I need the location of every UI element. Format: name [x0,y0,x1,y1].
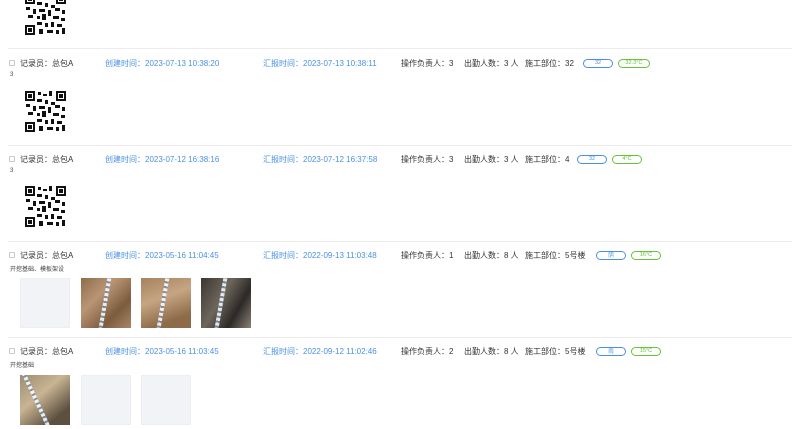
photo-thumbnail-placeholder[interactable] [81,375,131,425]
operator-count: 操作负责人：3 [401,154,454,164]
record-meta-row: 记录员：总包A 创建时间：2023-05-16 11:03:45 汇报时间：20… [9,344,661,358]
reported-time: 汇报时间：2022-09-12 11:02:46 [263,346,377,356]
recorder-label: 记录员：总包A [20,250,74,260]
construction-location: 施工部位：5号楼 [525,346,586,356]
photo-thumbnail[interactable] [81,278,131,328]
record-divider [8,241,792,242]
record-divider [8,48,792,49]
attendance-count: 出勤人数：3 人 [464,58,519,68]
recorder-label: 记录员：总包A [20,154,74,164]
recorder-label: 记录员：总包A [20,346,74,356]
qr-code-image[interactable] [23,184,68,229]
created-time: 创建时间：2023-05-16 11:04:45 [105,250,219,260]
photo-thumbnail-placeholder[interactable] [20,278,70,328]
record-checkbox[interactable] [9,156,15,162]
temperature-badge: 16°C [631,250,661,260]
reported-time: 汇报时间：2023-07-13 10:38:11 [263,58,377,68]
record-divider [8,145,792,146]
record-note: 3 [10,72,14,78]
weather-badge: 阴 [596,250,626,260]
created-time: 创建时间：2023-07-13 10:38:20 [105,58,220,68]
record-note: 3 [10,168,14,174]
photo-thumbnail-placeholder[interactable] [141,375,191,425]
construction-location: 施工部位：32 [525,58,574,68]
record-checkbox[interactable] [9,60,15,66]
construction-location: 施工部位：5号楼 [525,250,586,260]
qr-code-image[interactable] [23,89,68,134]
photo-thumbnail[interactable] [141,278,191,328]
attendance-count: 出勤人数：3 人 [464,154,519,164]
operator-count: 操作负责人：3 [401,58,454,68]
record-note: 开挖基础、模板架设 [10,267,65,273]
record-checkbox[interactable] [9,252,15,258]
created-time: 创建时间：2023-07-12 16:38:16 [105,154,220,164]
record-meta-row: 记录员：总包A 创建时间：2023-07-12 16:38:16 汇报时间：20… [9,152,642,166]
construction-location: 施工部位：4 [525,154,570,164]
attendance-count: 出勤人数：8 人 [464,346,519,356]
created-time: 创建时间：2023-05-16 11:03:45 [105,346,219,356]
weather-badge: 32 [577,154,607,164]
record-note: 开挖基础 [10,363,35,369]
photo-thumbnail[interactable] [201,278,251,328]
temperature-badge: 4°C [612,154,642,164]
reported-time: 汇报时间：2023-07-12 16:37:58 [263,154,378,164]
weather-badge: 雨 [596,346,626,356]
recorder-label: 记录员：总包A [20,58,74,68]
qr-code-image[interactable] [23,0,68,37]
record-checkbox[interactable] [9,348,15,354]
attendance-count: 出勤人数：8 人 [464,250,519,260]
temperature-badge: 15°C [631,346,661,356]
weather-badge: 32 [583,58,613,68]
operator-count: 操作负责人：2 [401,346,454,356]
photo-thumbnail[interactable] [20,375,70,425]
reported-time: 汇报时间：2022-09-13 11:03:48 [263,250,377,260]
operator-count: 操作负责人：1 [401,250,454,260]
temperature-badge: 32.3°C [618,58,650,68]
record-divider [8,337,792,338]
record-meta-row: 记录员：总包A 创建时间：2023-05-16 11:04:45 汇报时间：20… [9,248,661,262]
record-meta-row: 记录员：总包A 创建时间：2023-07-13 10:38:20 汇报时间：20… [9,56,650,70]
